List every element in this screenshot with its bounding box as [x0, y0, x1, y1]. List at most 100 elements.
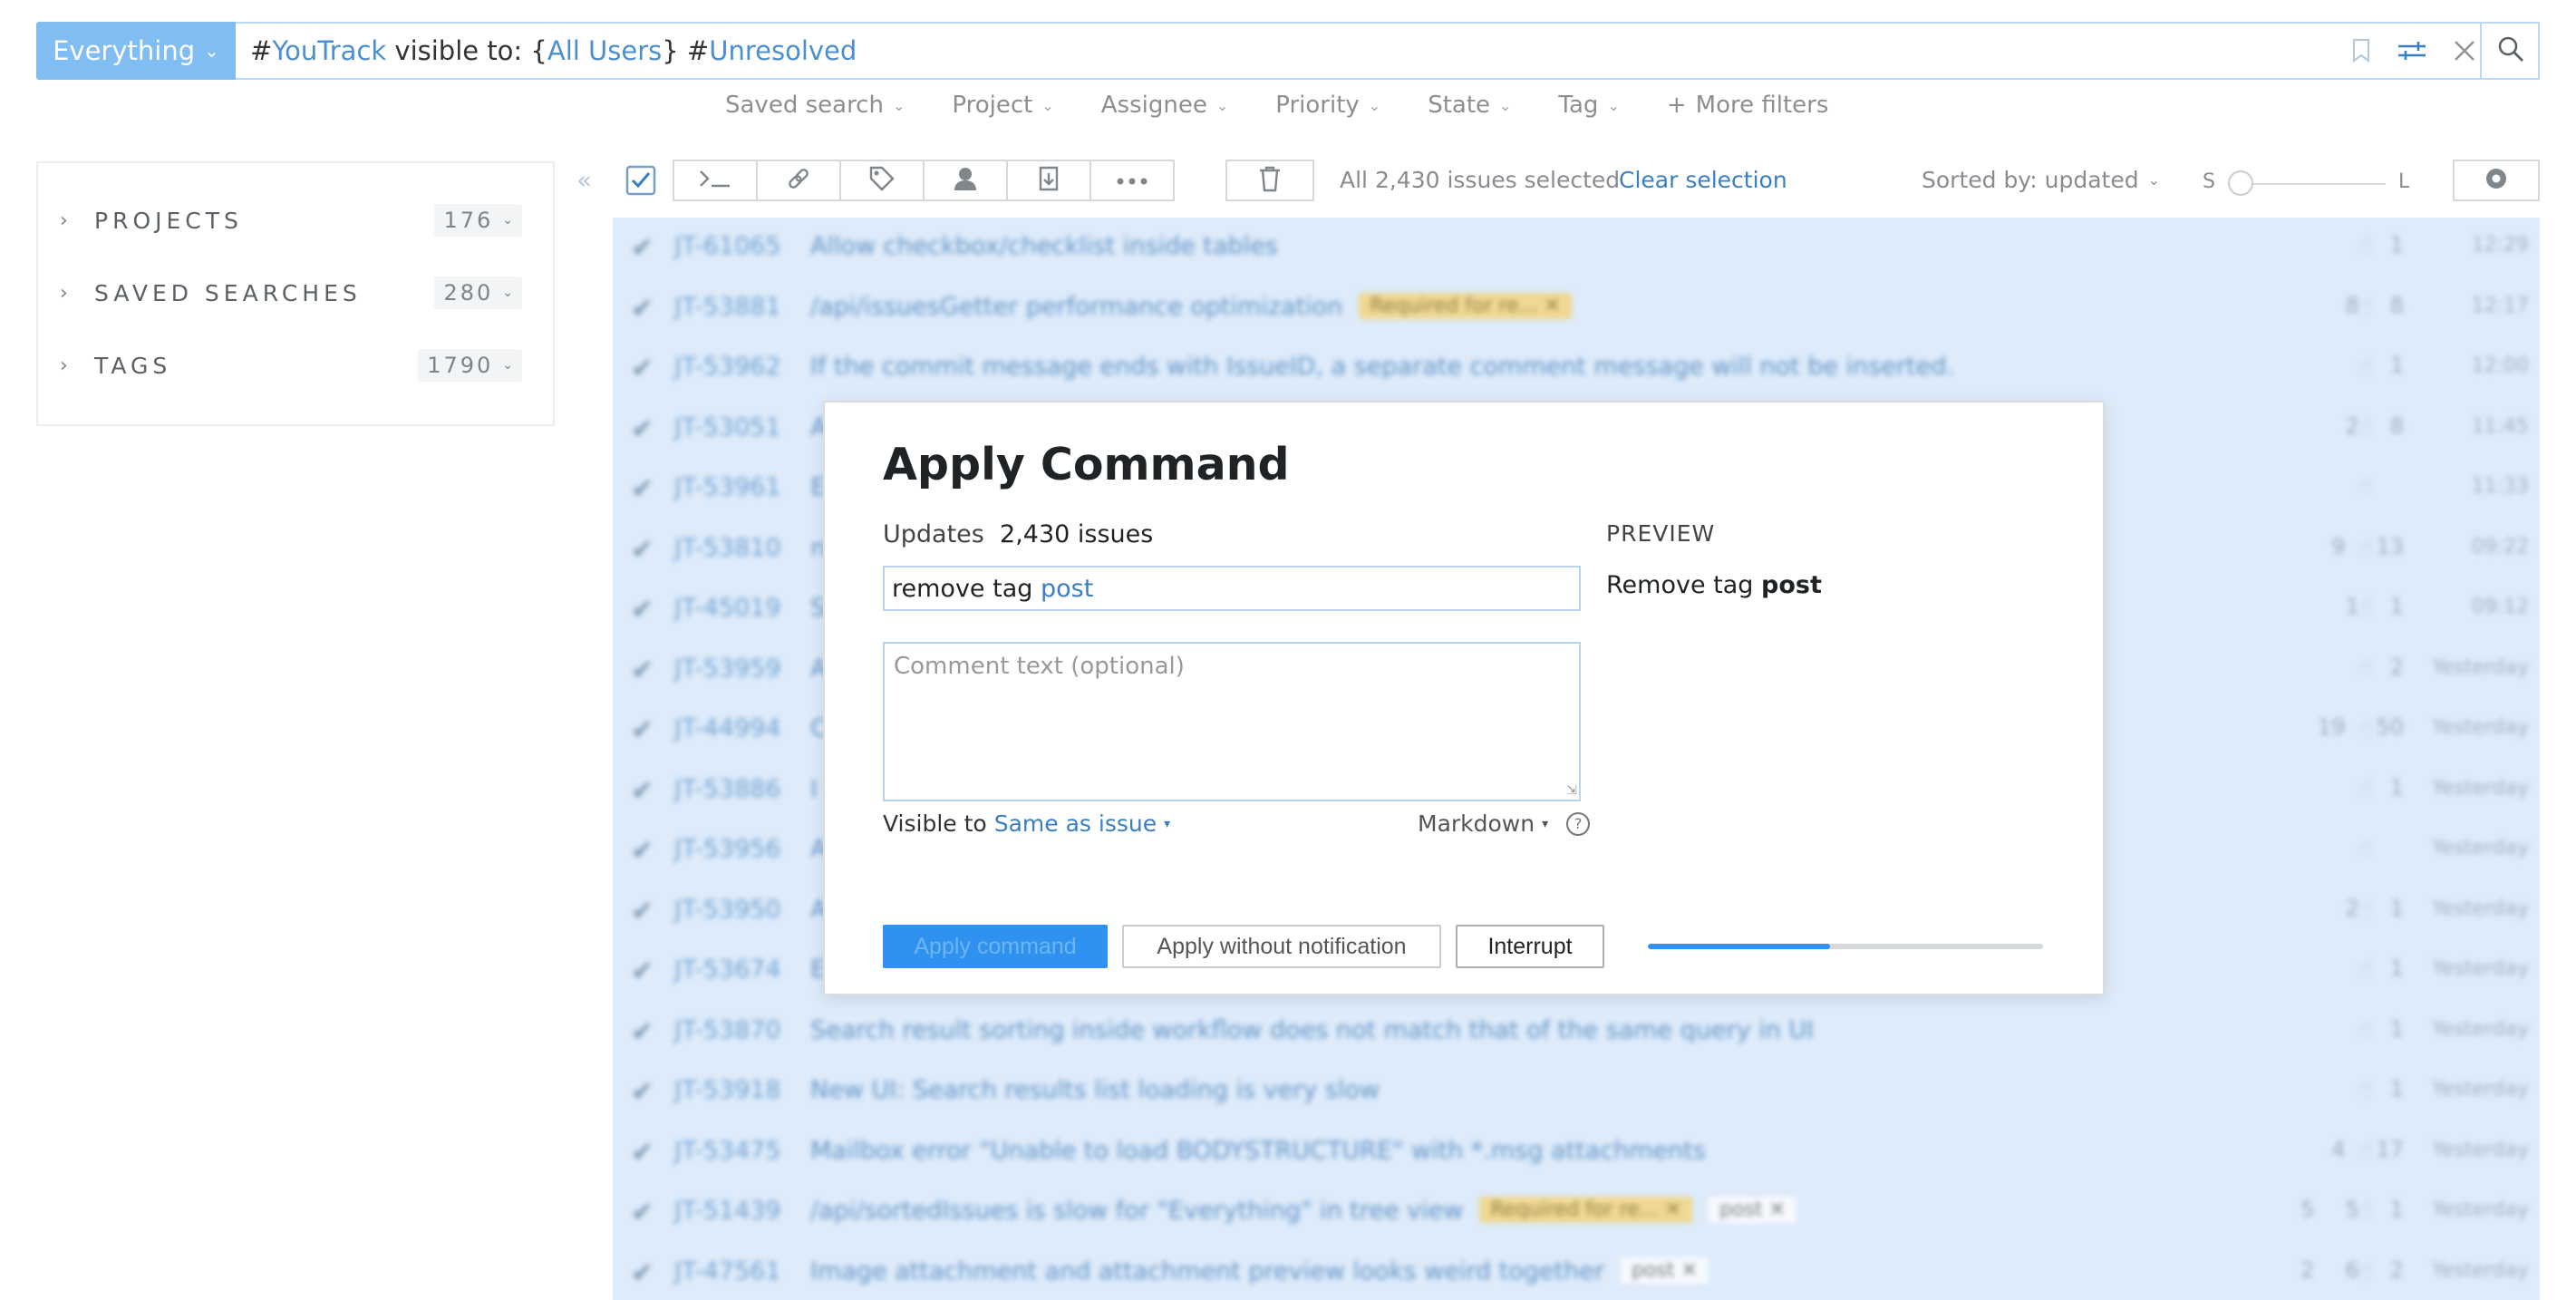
- vote-icon[interactable]: ☝: [2358, 230, 2373, 260]
- clear-icon[interactable]: [2453, 39, 2476, 63]
- vote-icon[interactable]: ☝: [2358, 351, 2373, 381]
- issue-id[interactable]: JT-45019: [674, 594, 781, 622]
- filter-project[interactable]: Project ⌄: [952, 92, 1053, 119]
- apply-command-button[interactable]: Apply command: [883, 925, 1108, 968]
- issue-summary[interactable]: Image attachment and attachment preview …: [810, 1256, 1709, 1285]
- checkmark-icon[interactable]: ✔: [631, 473, 654, 505]
- issue-row[interactable]: ✔ JT-51439/api/sortedIssues is slow for "…: [613, 1182, 2540, 1243]
- issue-tag[interactable]: post ✕: [1709, 1197, 1796, 1223]
- vote-icon[interactable]: ☝: [2358, 1195, 2373, 1225]
- vote-icon[interactable]: ☝: [2358, 291, 2373, 321]
- vote-icon[interactable]: ☝: [2358, 412, 2373, 441]
- issue-row[interactable]: ✔ JT-53870 Search result sorting inside wo…: [613, 1002, 2540, 1062]
- sidebar-item-projects[interactable]: › PROJECTS 176 ⌄: [60, 199, 522, 241]
- checkmark-icon[interactable]: ✔: [631, 655, 654, 686]
- filter-assignee[interactable]: Assignee ⌄: [1101, 92, 1228, 119]
- sidebar-item-count[interactable]: 1790 ⌄: [418, 349, 522, 382]
- sort-dropdown[interactable]: Sorted by: updated ⌄: [1922, 167, 2160, 193]
- filter-state[interactable]: State ⌄: [1428, 92, 1511, 119]
- issue-row[interactable]: ✔ JT-47561 Image attachment and attachment…: [613, 1243, 2540, 1300]
- sidebar-item-saved-searches[interactable]: › SAVED SEARCHES 280 ⌄: [60, 272, 522, 314]
- sidebar-item-count[interactable]: 176 ⌄: [434, 204, 522, 237]
- issue-row[interactable]: ✔ JT-53918 New UI: Search results list loa…: [613, 1062, 2540, 1122]
- checkmark-icon[interactable]: ✔: [631, 1137, 654, 1169]
- checkmark-icon[interactable]: ✔: [631, 594, 654, 626]
- comment-textarea[interactable]: Comment text (optional) ⇲: [883, 642, 1581, 801]
- issue-id[interactable]: JT-53051: [674, 413, 781, 441]
- issue-id[interactable]: JT-51439: [674, 1197, 781, 1225]
- issue-tag[interactable]: Required for re... ✕: [1359, 292, 1572, 319]
- vote-icon[interactable]: ☝: [2358, 1135, 2373, 1165]
- vote-icon[interactable]: ☝: [2358, 954, 2373, 984]
- issue-id[interactable]: JT-44994: [674, 714, 781, 742]
- issue-row[interactable]: ✔ JT-53881/api/issuesGetter performance o…: [613, 278, 2540, 339]
- vote-icon[interactable]: ☝: [2358, 653, 2373, 683]
- list-settings-button[interactable]: [2453, 160, 2540, 201]
- issue-id[interactable]: JT-53881: [674, 293, 781, 321]
- checkmark-icon[interactable]: ✔: [631, 896, 654, 927]
- issue-id[interactable]: JT-53870: [674, 1016, 781, 1044]
- sidebar-item-tags[interactable]: › TAGS 1790 ⌄: [60, 344, 522, 386]
- link-button[interactable]: [756, 160, 841, 201]
- issue-id[interactable]: JT-53950: [674, 896, 781, 924]
- filter-priority[interactable]: Priority ⌄: [1275, 92, 1380, 119]
- vote-icon[interactable]: ☝: [2358, 1074, 2373, 1104]
- issue-id[interactable]: JT-53886: [674, 775, 781, 803]
- visible-to-value[interactable]: Same as issue: [994, 810, 1157, 837]
- vote-icon[interactable]: ☝: [2358, 1014, 2373, 1044]
- issue-row[interactable]: ✔ JT-53962 If the commit message ends with…: [613, 338, 2540, 399]
- checkmark-icon[interactable]: ✔: [631, 1016, 654, 1048]
- filter-settings-icon[interactable]: [2397, 38, 2427, 63]
- checkmark-icon[interactable]: ✔: [631, 293, 654, 325]
- search-context-button[interactable]: Everything ⌄: [36, 22, 236, 80]
- size-slider-track[interactable]: [2241, 183, 2386, 185]
- vote-icon[interactable]: ☝: [2358, 713, 2373, 742]
- clear-selection-link[interactable]: Clear selection: [1619, 167, 1787, 193]
- filter-tag[interactable]: Tag ⌄: [1558, 92, 1619, 119]
- search-button[interactable]: [2480, 22, 2540, 80]
- move-button[interactable]: [1006, 160, 1091, 201]
- issue-id[interactable]: JT-53961: [674, 473, 781, 501]
- issue-summary[interactable]: I: [810, 775, 818, 803]
- issue-summary[interactable]: /api/issuesGetter performance optimizati…: [810, 292, 1572, 321]
- issue-summary[interactable]: Search result sorting inside workflow do…: [810, 1016, 1814, 1044]
- vote-icon[interactable]: ☝: [2358, 773, 2373, 803]
- issue-tag[interactable]: Required for re... ✕: [1479, 1197, 1693, 1223]
- issue-id[interactable]: JT-53918: [674, 1076, 781, 1104]
- sidebar-item-count[interactable]: 280 ⌄: [434, 276, 522, 309]
- issue-summary[interactable]: If the commit message ends with IssueID,…: [810, 353, 1954, 381]
- checkmark-icon[interactable]: ✔: [631, 1257, 654, 1289]
- collapse-icon[interactable]: «: [576, 165, 592, 195]
- issue-id[interactable]: JT-53475: [674, 1137, 781, 1165]
- issue-id[interactable]: JT-61065: [674, 232, 781, 260]
- issue-id[interactable]: JT-53956: [674, 835, 781, 863]
- issue-summary[interactable]: /api/sortedIssues is slow for "Everythin…: [810, 1197, 1796, 1225]
- issue-id[interactable]: JT-53674: [674, 956, 781, 984]
- command-button[interactable]: [673, 160, 758, 201]
- markdown-selector[interactable]: Markdown ▾ ?: [1418, 810, 1591, 837]
- issue-id[interactable]: JT-53810: [674, 534, 781, 562]
- vote-icon[interactable]: ☝: [2358, 1256, 2373, 1285]
- more-button[interactable]: [1089, 160, 1175, 201]
- vote-icon[interactable]: ☝: [2358, 894, 2373, 924]
- checkmark-icon[interactable]: ✔: [631, 1197, 654, 1228]
- checkmark-icon[interactable]: ✔: [631, 232, 654, 264]
- checkmark-icon[interactable]: ✔: [631, 534, 654, 566]
- issue-summary[interactable]: New UI: Search results list loading is v…: [810, 1076, 1380, 1104]
- filter-saved-search[interactable]: Saved search ⌄: [725, 92, 905, 119]
- issue-summary[interactable]: Mailbox error "Unable to load BODYSTRUCT…: [810, 1137, 1706, 1165]
- filter-more[interactable]: + More filters: [1667, 92, 1829, 119]
- checkmark-icon[interactable]: ✔: [631, 956, 654, 987]
- select-all-checkbox[interactable]: [625, 165, 656, 196]
- assignee-button[interactable]: [923, 160, 1008, 201]
- issue-summary[interactable]: Allow checkbox/checklist inside tables: [810, 232, 1278, 260]
- visibility-selector[interactable]: Visible to Same as issue ▾: [883, 810, 1170, 837]
- delete-button[interactable]: [1225, 160, 1314, 201]
- vote-icon[interactable]: ☝: [2358, 532, 2373, 562]
- search-query-input[interactable]: # YouTrack visible to: {All Users} # Unres…: [236, 22, 2540, 80]
- vote-icon[interactable]: ☝: [2358, 833, 2373, 863]
- issue-id[interactable]: JT-53959: [674, 655, 781, 683]
- checkmark-icon[interactable]: ✔: [631, 714, 654, 746]
- issue-id[interactable]: JT-47561: [674, 1257, 781, 1285]
- issue-row[interactable]: ✔ JT-61065 Allow checkbox/checklist inside…: [613, 218, 2540, 278]
